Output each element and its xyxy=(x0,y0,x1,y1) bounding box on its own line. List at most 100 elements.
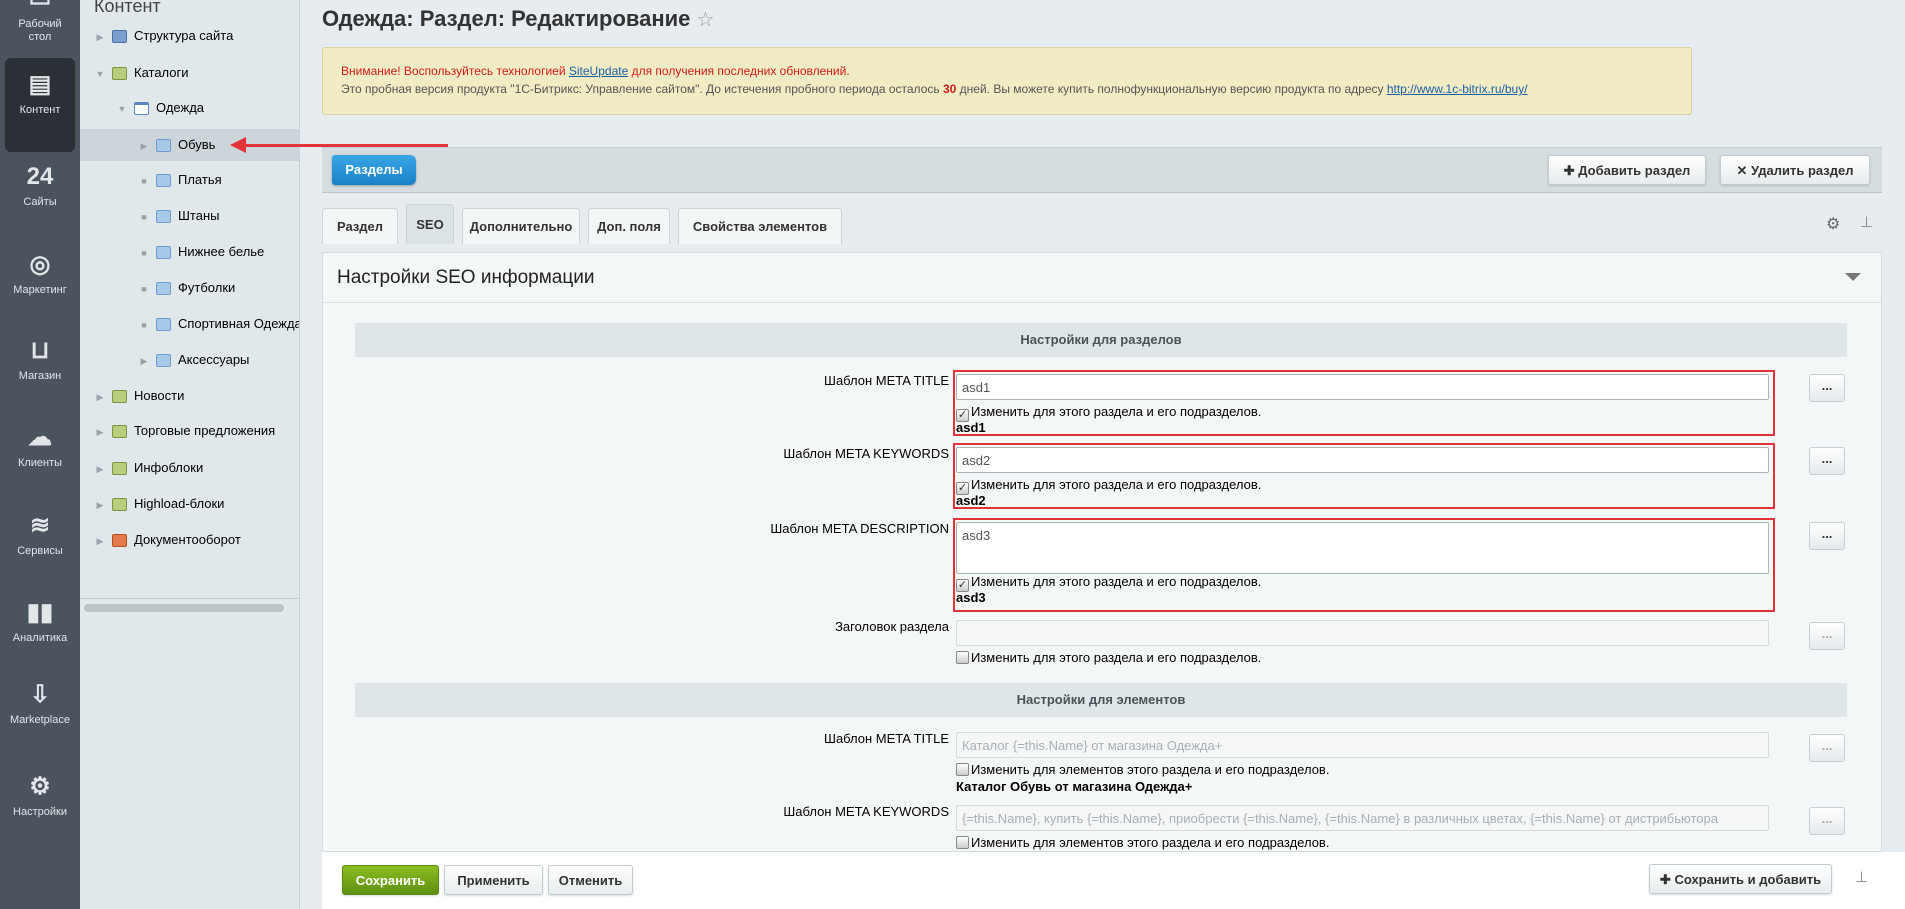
tree-item-label[interactable]: Спортивная Одежда xyxy=(178,316,299,331)
add-section-button[interactable]: ✚ Добавить раздел xyxy=(1548,155,1706,185)
section-meta-title-insert-button[interactable]: ... xyxy=(1809,374,1845,402)
tab-section[interactable]: Раздел xyxy=(322,208,398,244)
nav-item-label: Аналитика xyxy=(12,632,68,644)
tree-item-label[interactable]: Инфоблоки xyxy=(134,460,203,475)
expand-right-icon[interactable]: ▶ xyxy=(138,130,150,161)
tree-item-label[interactable]: Обувь xyxy=(178,137,215,152)
tree-item[interactable]: ■ Платья xyxy=(80,164,299,196)
tree-item[interactable]: ■ Спортивная Одежда xyxy=(80,308,299,340)
cancel-button[interactable]: Отменить xyxy=(548,865,633,895)
save-and-add-button[interactable]: ✚ Сохранить и добавить xyxy=(1649,864,1832,894)
star-icon[interactable]: ☆ xyxy=(697,9,715,31)
buy-link[interactable]: http://www.1c-bitrix.ru/buy/ xyxy=(1387,82,1528,96)
tree-item[interactable]: ■ Футболки xyxy=(80,272,299,304)
elements-settings-header: Настройки для элементов xyxy=(355,683,1847,717)
expand-right-icon[interactable]: ▶ xyxy=(94,381,106,412)
days-left: 30 xyxy=(942,82,957,96)
tab-bar: Раздел SEO Дополнительно Доп. поля Свойс… xyxy=(322,204,922,244)
element-meta-title-insert-button[interactable]: ... xyxy=(1809,734,1845,762)
expand-right-icon[interactable]: ▶ xyxy=(138,345,150,376)
settings-gear-icon[interactable]: ⚙ xyxy=(1826,214,1840,234)
section-meta-title-checkbox[interactable]: ✓ Изменить для этого раздела и его подраз… xyxy=(956,404,1261,422)
checkbox-icon[interactable] xyxy=(956,836,969,849)
delete-section-button[interactable]: ✕ Удалить раздел xyxy=(1720,155,1870,185)
tree-item-label[interactable]: Аксессуары xyxy=(178,352,249,367)
tree-item[interactable]: ■ Штаны xyxy=(80,200,299,232)
tree-item[interactable]: ▶ Новости xyxy=(80,380,299,412)
expand-right-icon[interactable]: ▶ xyxy=(94,525,106,556)
pin-icon[interactable]: ⊥ xyxy=(1855,868,1868,886)
section-meta-keywords-input[interactable]: asd2 xyxy=(956,447,1769,473)
expand-down-icon[interactable]: ▼ xyxy=(116,93,128,124)
tree-item-label[interactable]: Структура сайта xyxy=(134,28,233,43)
nav-item-8[interactable]: ⇩ Marketplace xyxy=(0,680,80,727)
element-meta-keywords-insert-button[interactable]: ... xyxy=(1809,807,1845,835)
section-meta-description-textarea[interactable]: asd3 xyxy=(956,522,1769,574)
section-heading-insert-button[interactable]: ... xyxy=(1809,622,1845,650)
tree-item-label[interactable]: Платья xyxy=(178,172,222,187)
section-meta-description-label: Шаблон META DESCRIPTION xyxy=(770,521,949,536)
apply-button[interactable]: Применить xyxy=(444,865,543,895)
section-meta-title-input[interactable]: asd1 xyxy=(956,374,1769,400)
nav-item-9[interactable]: ⚙ Настройки xyxy=(0,772,80,819)
section-meta-description-insert-button[interactable]: ... xyxy=(1809,522,1845,550)
siteupdate-link[interactable]: SiteUpdate xyxy=(569,64,628,78)
section-meta-keywords-checkbox[interactable]: ✓ Изменить для этого раздела и его подраз… xyxy=(956,477,1261,495)
nav-item-2[interactable]: 24 Сайты xyxy=(0,162,80,209)
gear-icon: ⚙ xyxy=(29,773,51,800)
main-nav: ▭ Рабочий стол ▤ Контент 24 Сайты ◎ Маркетинг ⊔ М… xyxy=(0,0,80,909)
tree-item[interactable]: ▼ Одежда xyxy=(80,92,299,124)
tree-item[interactable]: ▶ Документооборот xyxy=(80,524,299,556)
nav-item-label: Marketplace xyxy=(10,714,70,726)
element-meta-title-checkbox[interactable]: Изменить для элементов этого раздела и е… xyxy=(956,762,1329,777)
nav-item-4[interactable]: ⊔ Магазин xyxy=(0,336,80,383)
tree-item-label[interactable]: Футболки xyxy=(178,280,235,295)
section-heading-checkbox[interactable]: Изменить для этого раздела и его подразд… xyxy=(956,650,1261,665)
tree-item[interactable]: ▶ Структура сайта xyxy=(80,20,299,52)
page-title-text: Одежда: Раздел: Редактирование xyxy=(322,6,691,31)
expand-right-icon[interactable]: ▶ xyxy=(94,21,106,52)
pin-icon[interactable]: ⊥ xyxy=(1860,213,1873,231)
nav-item-0[interactable]: ▭ Рабочий стол xyxy=(0,0,80,44)
tree-item-label[interactable]: Каталоги xyxy=(134,65,189,80)
tab-additional[interactable]: Дополнительно xyxy=(462,208,580,244)
section-meta-description-checkbox[interactable]: ✓ Изменить для этого раздела и его подраз… xyxy=(956,574,1261,592)
add-section-label: Добавить раздел xyxy=(1578,163,1691,178)
tree-item[interactable]: ▶ Торговые предложения xyxy=(80,415,299,447)
element-meta-keywords-checkbox[interactable]: Изменить для элементов этого раздела и е… xyxy=(956,835,1329,850)
tree-item[interactable]: ▶ Highload-блоки xyxy=(80,488,299,520)
tree-item-label[interactable]: Штаны xyxy=(178,208,219,223)
element-meta-keywords-input[interactable]: {=this.Name}, купить {=this.Name}, приоб… xyxy=(956,805,1769,831)
checkbox-icon[interactable] xyxy=(956,651,969,664)
back-to-sections-button[interactable]: Разделы xyxy=(332,155,416,185)
tree-item-label[interactable]: Нижнее белье xyxy=(178,244,264,259)
tree-item[interactable]: ▼ Каталоги xyxy=(80,57,299,89)
nav-item-6[interactable]: ≋ Сервисы xyxy=(0,511,80,558)
tree-item-label[interactable]: Торговые предложения xyxy=(134,423,275,438)
nav-item-3[interactable]: ◎ Маркетинг xyxy=(0,250,80,297)
checkbox-icon[interactable] xyxy=(956,763,969,776)
nav-item-7[interactable]: ▮▮ Аналитика xyxy=(0,598,80,645)
tree-scrollbar[interactable] xyxy=(84,604,284,612)
tree-item-label[interactable]: Highload-блоки xyxy=(134,496,224,511)
expand-down-icon[interactable]: ▼ xyxy=(94,58,106,89)
tree-item-label[interactable]: Новости xyxy=(134,388,184,403)
tab-extra-fields[interactable]: Доп. поля xyxy=(588,208,670,244)
expand-right-icon[interactable]: ▶ xyxy=(94,416,106,447)
expand-right-icon[interactable]: ▶ xyxy=(94,489,106,520)
section-meta-keywords-insert-button[interactable]: ... xyxy=(1809,447,1845,475)
tab-element-properties[interactable]: Свойства элементов xyxy=(678,208,842,244)
nav-item-1[interactable]: ▤ Контент xyxy=(5,58,75,152)
tree-item[interactable]: ■ Нижнее белье xyxy=(80,236,299,268)
nav-item-5[interactable]: ☁ Клиенты xyxy=(0,423,80,470)
collapse-chevron-icon[interactable] xyxy=(1845,273,1861,281)
tree-item-label[interactable]: Документооборот xyxy=(134,532,241,547)
save-button[interactable]: Сохранить xyxy=(342,865,439,895)
section-heading-input[interactable] xyxy=(956,620,1769,646)
expand-right-icon[interactable]: ▶ xyxy=(94,453,106,484)
tree-item-label[interactable]: Одежда xyxy=(156,100,204,115)
tree-item[interactable]: ▶ Инфоблоки xyxy=(80,452,299,484)
tab-seo[interactable]: SEO xyxy=(406,204,454,244)
tree-item[interactable]: ▶ Аксессуары xyxy=(80,344,299,376)
element-meta-title-input[interactable]: Каталог {=this.Name} от магазина Одежда+ xyxy=(956,732,1769,758)
